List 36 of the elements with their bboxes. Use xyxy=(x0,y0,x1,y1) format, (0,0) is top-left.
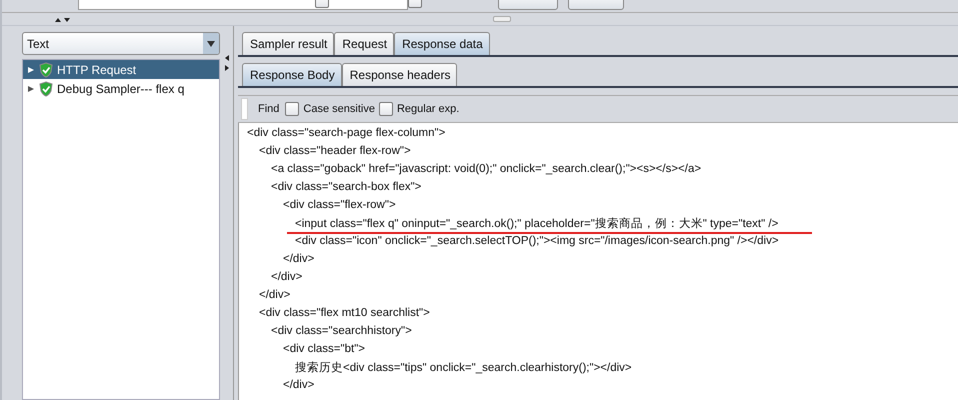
expand-arrow-icon[interactable] xyxy=(27,84,35,92)
find-label: Find xyxy=(258,103,280,115)
tab[interactable]: Response Body xyxy=(242,63,342,86)
code-line: 搜索历史<div class="tips" onclick="_search.clearhistory();"></div> xyxy=(295,360,632,374)
code-line: </div> xyxy=(283,253,314,265)
checkbox[interactable] xyxy=(285,102,300,116)
tab[interactable]: Response data xyxy=(394,32,490,55)
split-arrows-icon[interactable] xyxy=(55,17,71,23)
tab[interactable]: Request xyxy=(334,32,394,55)
code-line: <div class="icon" onclick="_search.selectTOP();"><img src="/images/icon-search.png" /></div> xyxy=(295,235,779,247)
shield-check-icon xyxy=(39,80,53,96)
checkbox-label: Case sensitive xyxy=(303,103,375,115)
renderer-dropdown[interactable]: Text xyxy=(22,32,220,55)
code-line: </div> xyxy=(259,289,290,301)
code-line: <div class="searchhistory"> xyxy=(271,325,412,337)
code-line: <div class="header flex-row"> xyxy=(259,145,411,157)
split-arrows-icon[interactable] xyxy=(224,54,230,72)
tree-item[interactable]: HTTP Request xyxy=(23,60,219,79)
code-line: </div> xyxy=(271,271,302,283)
expand-arrow-icon[interactable] xyxy=(27,66,35,74)
code-line: <a class="goback" href="javascript: void(0);" onclick="_search.clear();"><s></s></a> xyxy=(271,163,702,175)
tree-item[interactable]: Debug Sampler--- flex q xyxy=(23,79,219,98)
tab[interactable]: Response headers xyxy=(342,63,458,86)
code-line: <div class="bt"> xyxy=(283,343,365,355)
code-line: <div class="flex-row"> xyxy=(283,199,396,211)
tab[interactable]: Sampler result xyxy=(242,32,334,55)
code-line: </div> xyxy=(283,379,314,391)
code-line: <input class="flex q" oninput="_search.ok();" placeholder="搜索商品，例：大米" type="text" /> xyxy=(287,216,812,234)
checkbox-label: Regular exp. xyxy=(396,103,460,115)
checkbox[interactable] xyxy=(378,102,393,116)
code-line: <div class="flex mt10 searchlist"> xyxy=(259,307,430,319)
code-line: <div class="search-box flex"> xyxy=(271,181,422,193)
splitter-grip[interactable] xyxy=(493,16,511,22)
code-line: <div class="search-page flex-column"> xyxy=(247,127,446,139)
shield-check-icon xyxy=(39,62,53,78)
find-field[interactable] xyxy=(241,98,248,120)
